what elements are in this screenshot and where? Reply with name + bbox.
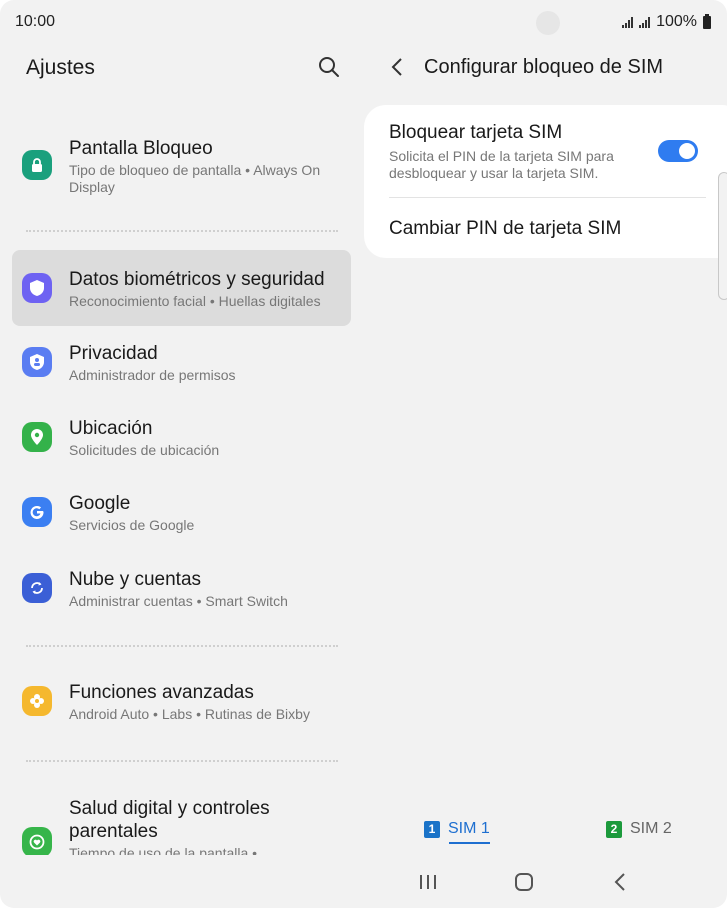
- item-subtitle: Solicitudes de ubicación: [69, 442, 220, 458]
- sim-1-badge: 1: [424, 820, 440, 838]
- lock-sim-description: Solicita el PIN de la tarjeta SIM para d…: [389, 148, 614, 181]
- item-subtitle: Tiempo de uso de la pantalla •: [69, 845, 258, 855]
- puzzle-icon: [22, 686, 52, 716]
- list-divider: [26, 760, 338, 762]
- item-subtitle: Android Auto • Labs • Rutinas de Bixby: [69, 706, 310, 722]
- shield-icon: [22, 273, 52, 303]
- device-screen: 10:00 100% Ajustes Pantalla Bloqueo Tipo…: [0, 0, 727, 908]
- search-button[interactable]: [316, 54, 342, 80]
- list-divider: [26, 645, 338, 647]
- toggle-knob: [677, 141, 697, 161]
- settings-item-biometrics[interactable]: Datos biométricos y seguridad Reconocimi…: [12, 250, 351, 326]
- nav-back-button[interactable]: [610, 868, 630, 901]
- item-title: Privacidad: [69, 343, 158, 364]
- back-button[interactable]: [388, 56, 408, 78]
- card-divider: [389, 197, 706, 198]
- edge-panel-handle[interactable]: [718, 172, 727, 300]
- wellbeing-icon: [22, 827, 52, 855]
- lock-sim-title[interactable]: Bloquear tarjeta SIM: [389, 122, 562, 144]
- item-title: Ubicación: [69, 418, 153, 439]
- sim-1-label: SIM 1: [448, 820, 490, 837]
- status-icons: 100%: [622, 13, 711, 31]
- camera-cutout: [536, 11, 560, 35]
- settings-item-privacy[interactable]: Privacidad Administrador de permisos: [12, 330, 351, 406]
- google-icon: [22, 497, 52, 527]
- sim-2-badge: 2: [606, 820, 622, 838]
- sim-2-label: SIM 2: [630, 820, 672, 837]
- home-button[interactable]: [513, 868, 535, 901]
- settings-item-lock-screen[interactable]: Pantalla Bloqueo Tipo de bloqueo de pant…: [12, 120, 351, 196]
- sync-icon: [22, 573, 52, 603]
- list-divider: [26, 230, 338, 232]
- settings-item-advanced-features[interactable]: Funciones avanzadas Android Auto • Labs …: [12, 668, 351, 744]
- settings-item-location[interactable]: Ubicación Solicitudes de ubicación: [12, 405, 351, 481]
- lock-icon: [22, 150, 52, 180]
- item-title: Datos biométricos y seguridad: [69, 269, 325, 290]
- chevron-left-icon: [391, 58, 402, 76]
- recents-button[interactable]: [418, 868, 438, 901]
- sim-lock-card: Bloquear tarjeta SIM Solicita el PIN de …: [364, 105, 727, 258]
- item-subtitle: Administrar cuentas • Smart Switch: [69, 593, 288, 609]
- status-time: 10:00: [15, 13, 56, 30]
- change-sim-pin[interactable]: Cambiar PIN de tarjeta SIM: [389, 218, 621, 240]
- signal-icon-1: [622, 16, 634, 28]
- back-icon: [614, 873, 625, 891]
- home-icon: [515, 873, 533, 891]
- page-title: Configurar bloqueo de SIM: [424, 56, 664, 78]
- item-subtitle: Tipo de bloqueo de pantalla • Always On …: [69, 162, 321, 195]
- tab-sim-1[interactable]: 1 SIM 1: [424, 820, 490, 838]
- signal-icon-2: [639, 16, 651, 28]
- lock-sim-toggle[interactable]: [658, 140, 698, 162]
- recents-icon: [420, 875, 436, 889]
- item-title: Pantalla Bloqueo: [69, 138, 213, 159]
- settings-item-google[interactable]: Google Servicios de Google: [12, 480, 351, 556]
- settings-item-digital-wellbeing[interactable]: Salud digital y controles parentales Tie…: [12, 785, 351, 855]
- battery-percent: 100%: [656, 13, 697, 30]
- item-subtitle: Reconocimiento facial • Huellas digitale…: [69, 293, 321, 309]
- sim-tab-indicator: [449, 842, 490, 844]
- settings-title: Ajustes: [26, 56, 95, 79]
- item-subtitle: Administrador de permisos: [69, 367, 236, 383]
- item-title: Nube y cuentas: [69, 569, 202, 590]
- settings-item-cloud-accounts[interactable]: Nube y cuentas Administrar cuentas • Sma…: [12, 555, 351, 631]
- location-icon: [22, 422, 52, 452]
- item-title: Google: [69, 493, 131, 514]
- item-title: Salud digital y controles parentales: [69, 798, 270, 842]
- privacy-icon: [22, 347, 52, 377]
- tab-sim-2[interactable]: 2 SIM 2: [606, 820, 672, 838]
- item-subtitle: Servicios de Google: [69, 517, 195, 533]
- search-icon: [319, 57, 339, 77]
- battery-icon: [703, 13, 711, 29]
- item-title: Funciones avanzadas: [69, 682, 254, 703]
